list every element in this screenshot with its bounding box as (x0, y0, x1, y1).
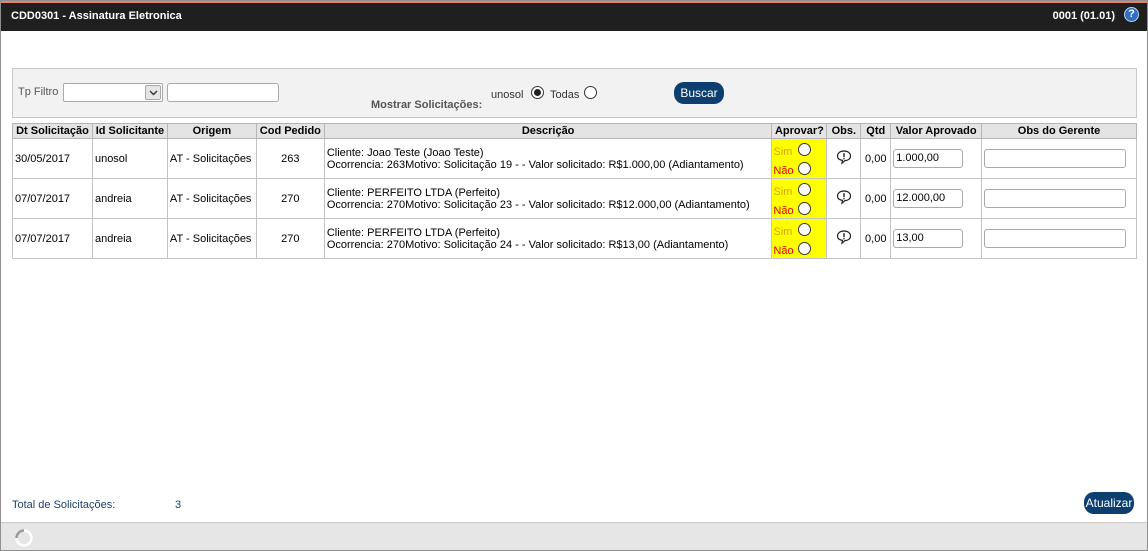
total-requests-value: 3 (175, 499, 182, 511)
col-manager-obs[interactable]: Obs do Gerente (981, 123, 1137, 139)
update-button[interactable]: Atualizar (1084, 492, 1134, 514)
option-all-label: Todas (550, 89, 580, 101)
col-obs[interactable]: Obs. (826, 123, 862, 139)
manager-obs-input[interactable] (984, 149, 1127, 168)
col-approve[interactable]: Aprovar? (771, 123, 828, 139)
description-client: Cliente: PERFEITO LTDA (Perfeito) (326, 186, 501, 199)
approve-no-label: Não (773, 244, 794, 257)
cell-approve: Sim Não (771, 178, 828, 219)
cell-approved-value: 13,00 (890, 218, 983, 259)
cell-approve: Sim Não (771, 138, 828, 179)
table-row[interactable]: 07/07/2017 andreia AT - Solicitações 270… (12, 218, 1137, 259)
speech-bubble-icon[interactable] (836, 230, 852, 248)
cell-approved-value: 12.000,00 (890, 178, 983, 219)
approve-no-label: Não (773, 204, 794, 217)
table-header-row: Dt Solicitação Id Solicitante Origem Cod… (12, 123, 1137, 139)
page-title: CDD0301 - Assinatura Eletronica (11, 10, 182, 22)
description-client: Cliente: PERFEITO LTDA (Perfeito) (326, 226, 501, 239)
approve-yes-radio[interactable] (798, 142, 812, 156)
approved-value-input[interactable]: 13,00 (893, 229, 964, 248)
title-bar: CDD0301 - Assinatura Eletronica 0001 (01… (1, 1, 1147, 31)
cell-requester: andreia (91, 178, 168, 219)
cell-obs (826, 178, 862, 219)
approve-no-radio[interactable] (798, 161, 812, 175)
speech-bubble-icon[interactable] (836, 150, 852, 168)
approve-no-label: Não (773, 164, 794, 177)
cell-obs (826, 218, 862, 259)
chevron-down-icon[interactable] (145, 85, 161, 100)
col-requester[interactable]: Id Solicitante (91, 123, 168, 139)
cell-order-code: 270 (255, 218, 325, 259)
description-detail: Ocorrencia: 263Motivo: Solicitação 19 - … (326, 158, 744, 171)
cell-obs (826, 138, 862, 179)
total-requests-label: Total de Solicitações: (12, 499, 116, 511)
manager-obs-input[interactable] (984, 229, 1127, 248)
description-detail: Ocorrencia: 270Motivo: Solicitação 24 - … (326, 238, 729, 251)
approve-yes-label: Sim (773, 185, 793, 198)
cell-requester: andreia (91, 218, 168, 259)
cell-description: Cliente: Joao Teste (Joao Teste) Ocorren… (323, 138, 773, 179)
cell-qty: 0,00 (860, 138, 892, 179)
approved-value-input[interactable]: 12.000,00 (893, 189, 964, 208)
filter-text-input[interactable] (167, 83, 279, 102)
speech-bubble-icon[interactable] (836, 190, 852, 208)
approve-yes-label: Sim (773, 145, 793, 158)
cell-origin: AT - Solicitações (166, 218, 257, 259)
option-all-radio[interactable] (584, 86, 597, 99)
approve-yes-radio[interactable] (798, 222, 812, 236)
cell-date: 07/07/2017 (12, 178, 93, 219)
cell-origin: AT - Solicitações (166, 178, 257, 219)
approve-no-radio[interactable] (798, 201, 812, 215)
option-user-label: unosol (491, 89, 524, 101)
table-row[interactable]: 07/07/2017 andreia AT - Solicitações 270… (12, 178, 1137, 219)
mostrar-solicitacoes-label: Mostrar Solicitações: (371, 99, 483, 111)
version-label: 0001 (01.01) (1052, 10, 1115, 22)
option-user-radio[interactable] (531, 86, 544, 99)
description-client: Cliente: Joao Teste (Joao Teste) (326, 146, 484, 159)
cell-order-code: 263 (255, 138, 325, 179)
cell-manager-obs (981, 138, 1137, 179)
cell-qty: 0,00 (860, 178, 892, 219)
approve-no-radio[interactable] (798, 241, 812, 255)
col-description[interactable]: Descrição (323, 123, 773, 139)
cell-order-code: 270 (255, 178, 325, 219)
col-order-code[interactable]: Cod Pedido (255, 123, 325, 139)
search-button[interactable]: Buscar (674, 82, 724, 104)
status-bar (1, 522, 1147, 550)
col-approved-value[interactable]: Valor Aprovado (890, 123, 983, 139)
tp-filtro-select[interactable] (63, 83, 163, 102)
cell-manager-obs (981, 218, 1137, 259)
col-qty[interactable]: Qtd (860, 123, 892, 139)
tp-filtro-label: Tp Filtro (18, 86, 59, 98)
table-row[interactable]: 30/05/2017 unosol AT - Solicitações 263 … (12, 138, 1137, 179)
approve-yes-label: Sim (773, 225, 793, 238)
cell-description: Cliente: PERFEITO LTDA (Perfeito) Ocorre… (323, 218, 773, 259)
spinner-icon (14, 528, 34, 551)
cell-date: 07/07/2017 (12, 218, 93, 259)
filter-panel: Tp Filtro Mostrar Solicitações: unosol T… (12, 68, 1137, 118)
cell-description: Cliente: PERFEITO LTDA (Perfeito) Ocorre… (323, 178, 773, 219)
cell-date: 30/05/2017 (12, 138, 93, 179)
cell-approve: Sim Não (771, 218, 828, 259)
manager-obs-input[interactable] (984, 189, 1127, 208)
requests-table: Dt Solicitação Id Solicitante Origem Cod… (12, 123, 1137, 259)
app-window: CDD0301 - Assinatura Eletronica 0001 (01… (0, 0, 1148, 551)
cell-qty: 0,00 (860, 218, 892, 259)
col-date[interactable]: Dt Solicitação (12, 123, 93, 139)
col-origin[interactable]: Origem (166, 123, 257, 139)
help-icon[interactable]: ? (1124, 7, 1139, 22)
approve-yes-radio[interactable] (798, 182, 812, 196)
cell-origin: AT - Solicitações (166, 138, 257, 179)
cell-approved-value: 1.000,00 (890, 138, 983, 179)
approved-value-input[interactable]: 1.000,00 (893, 149, 964, 168)
description-detail: Ocorrencia: 270Motivo: Solicitação 23 - … (326, 198, 750, 211)
cell-requester: unosol (91, 138, 168, 179)
cell-manager-obs (981, 178, 1137, 219)
